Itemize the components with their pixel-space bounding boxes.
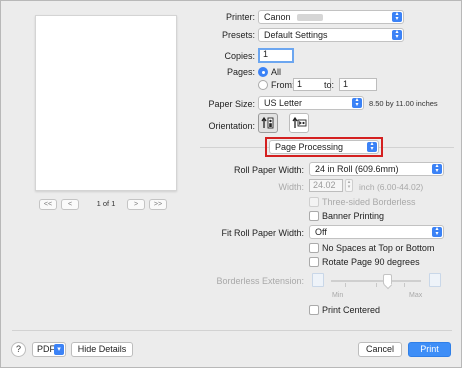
chevron-down-icon: ▾ [54,344,64,355]
presets-popup[interactable]: Default Settings ▴ ▾ [258,28,404,42]
no-spaces-checkbox[interactable] [309,243,319,253]
pages-to-input[interactable]: 1 [339,78,377,91]
fit-roll-paper-width-popup[interactable]: Off ▴ ▾ [309,225,444,239]
page-counter: 1 of 1 [96,199,116,208]
banner-printing-label: Banner Printing [322,211,385,221]
first-page-button[interactable]: << [39,199,57,210]
portrait-orientation-button[interactable] [258,113,278,133]
printer-value: Canon [264,12,291,22]
width-stepper[interactable]: ▴ ▾ [345,179,353,192]
no-spaces-label: No Spaces at Top or Bottom [322,243,435,253]
orientation-label: Orientation: [208,121,255,131]
three-sided-borderless-label: Three-sided Borderless [322,197,416,207]
portrait-icon [261,116,274,129]
landscape-icon [292,116,307,128]
pages-to-label: to: [324,80,335,90]
chevron-updown-icon: ▴ ▾ [392,11,402,22]
pages-all-label: All [271,67,282,77]
roll-paper-width-value: 24 in Roll (609.6mm) [315,164,399,174]
slider-min-label: Min [332,292,344,299]
slider-tick [376,283,377,287]
paper-size-popup[interactable]: US Letter ▴ ▾ [258,96,364,110]
page-preview [35,15,177,191]
paper-size-value: US Letter [264,98,303,108]
three-sided-borderless-checkbox[interactable] [309,197,319,207]
chevron-updown-icon: ▴ ▾ [432,163,442,174]
pdf-label: PDF [37,344,55,354]
fit-roll-paper-width-label: Fit Roll Paper Width: [221,228,304,238]
hide-details-button[interactable]: Hide Details [71,342,133,357]
paper-size-label: Paper Size: [208,99,255,109]
paper-size-dimensions: 8.50 by 11.00 inches [369,99,438,108]
cancel-button[interactable]: Cancel [358,342,402,357]
print-centered-label: Print Centered [322,305,381,315]
pages-all-radio[interactable] [258,67,268,77]
landscape-orientation-button[interactable] [289,113,309,133]
footer-divider [12,330,452,331]
banner-printing-checkbox[interactable] [309,211,319,221]
print-button[interactable]: Print [408,342,451,357]
slider-tick [345,283,346,287]
printer-popup[interactable]: Canon ▴ ▾ [258,10,404,24]
width-label: Width: [278,182,304,192]
pages-label: Pages: [226,67,255,77]
rotate-page-label: Rotate Page 90 degrees [322,257,420,267]
pdf-menu-button[interactable]: PDF ▾ [32,342,66,357]
borderless-min-icon [312,273,324,287]
presets-value: Default Settings [264,30,328,40]
presets-label: Presets: [221,30,255,40]
borderless-max-icon [429,273,441,287]
copies-input[interactable]: 1 [258,48,294,63]
borderless-extension-slider-track[interactable] [331,280,421,282]
chevron-updown-icon: ▴ ▾ [392,29,402,40]
printer-label: Printer: [225,12,255,22]
pages-from-radio[interactable] [258,80,268,90]
roll-paper-width-popup[interactable]: 24 in Roll (609.6mm) ▴ ▾ [309,162,444,176]
next-page-button[interactable]: > [127,199,145,210]
roll-paper-width-label: Roll Paper Width: [233,165,304,175]
slider-tick [404,283,405,287]
slider-max-label: Max [409,292,423,299]
chevron-updown-icon: ▴ ▾ [432,226,442,237]
print-centered-checkbox[interactable] [309,305,319,315]
width-input[interactable]: 24.02 [309,179,343,192]
pages-from-label: From: [271,80,295,90]
printer-model-redacted [297,14,324,22]
prev-page-button[interactable]: < [61,199,79,210]
help-button[interactable]: ? [11,342,26,357]
fit-roll-paper-width-value: Off [315,227,327,237]
highlight-box [265,137,383,157]
last-page-button[interactable]: >> [149,199,167,210]
chevron-updown-icon: ▴ ▾ [352,97,362,108]
copies-label: Copies: [224,51,255,61]
borderless-extension-slider-knob[interactable] [383,274,392,285]
rotate-page-checkbox[interactable] [309,257,319,267]
width-unit: inch (6.00-44.02) [359,182,424,192]
borderless-extension-label: Borderless Extension: [216,276,304,286]
